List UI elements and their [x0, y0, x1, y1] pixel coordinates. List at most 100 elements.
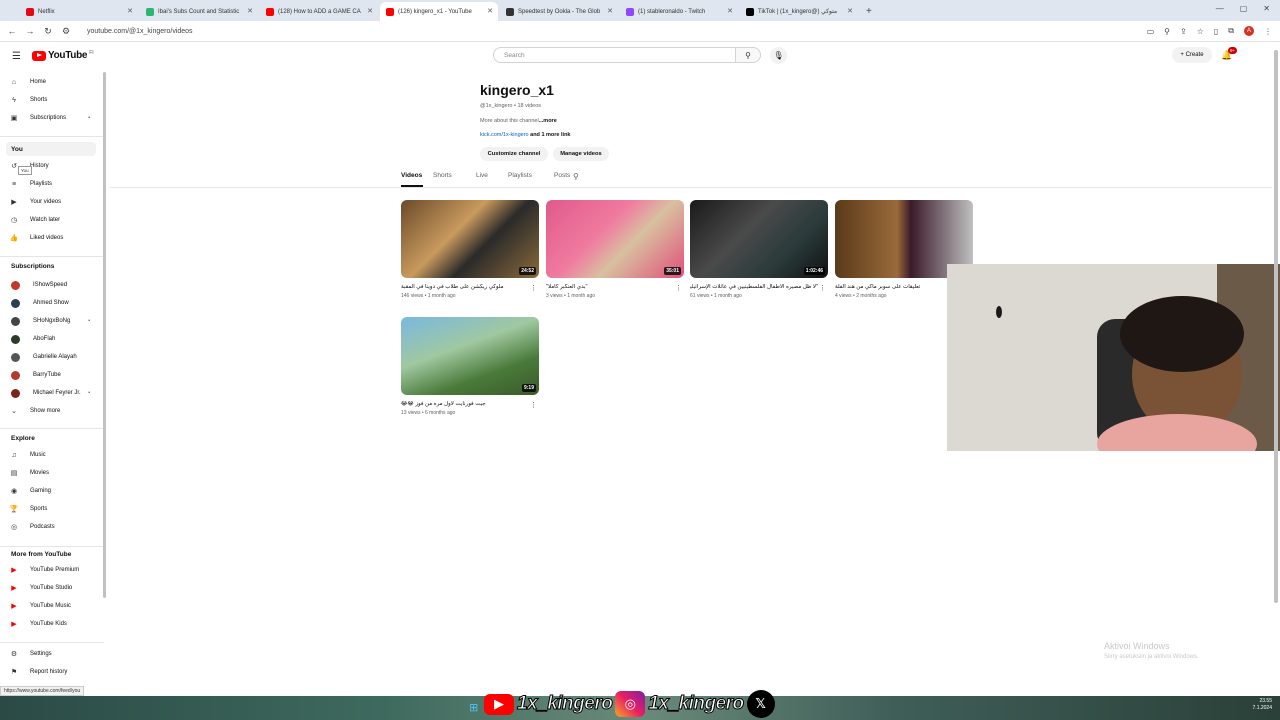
video-thumbnail[interactable]: 1:02:46	[690, 200, 828, 278]
url-field[interactable]: youtube.com/@1x_kingero/videos	[87, 28, 193, 35]
sidebar-subscriptions-heading[interactable]: Subscriptions	[11, 263, 54, 270]
browser-tab[interactable]: (128) How to ADD a GAME CA ✕	[260, 2, 378, 21]
video-title[interactable]: ملوكي ريكشن على طلاب في دوينا في المقبة	[401, 284, 529, 290]
tab-close-icon[interactable]: ✕	[607, 7, 613, 15]
sidebar-item-home[interactable]: ⌂ Home	[8, 74, 96, 90]
sidebar-item-youtube-premium[interactable]: ▶ YouTube Premium	[8, 562, 96, 578]
video-card[interactable]: 24:52 ملوكي ريكشن على طلاب في دوينا في ال…	[401, 200, 539, 299]
tab-close-icon[interactable]: ✕	[127, 7, 133, 15]
channel-about[interactable]: More about this channel...more	[480, 118, 557, 124]
channel-search-icon[interactable]: ⚲	[573, 172, 579, 181]
tab-videos[interactable]: Videos	[401, 172, 423, 186]
sidebar-item-report-history[interactable]: ⚑ Report history	[8, 664, 96, 680]
sidebar-explore-heading[interactable]: Explore	[11, 435, 35, 442]
subscription-item[interactable]: IShowSpeed	[8, 277, 96, 293]
sidebar-item-liked-videos[interactable]: 👍 Liked videos	[8, 230, 96, 246]
sidepanel-icon[interactable]: ▯	[1214, 27, 1218, 36]
tab-close-icon[interactable]: ✕	[487, 7, 493, 15]
sidebar-scrollbar[interactable]	[103, 72, 106, 598]
video-thumbnail[interactable]: 35:01	[546, 200, 684, 278]
video-card[interactable]: 9:19 جيت فورنايت لاول مره من فوز 😂😂 13 vie…	[401, 317, 539, 416]
video-thumbnail[interactable]: 24:52	[401, 200, 539, 278]
about-more-link[interactable]: ...more	[539, 118, 557, 124]
browser-tab[interactable]: Ibai's Subs Count and Statistic ✕	[140, 2, 258, 21]
sidebar-item-watch-later[interactable]: ◷ Watch later	[8, 212, 96, 228]
sidebar-item-settings[interactable]: ⚙ Settings	[8, 646, 96, 662]
reload-icon[interactable]: ↻	[39, 26, 57, 37]
subscription-item[interactable]: Michael Feyrer Jr. •	[8, 385, 96, 401]
more-options-icon[interactable]: ⋮	[675, 284, 682, 292]
tab-live[interactable]: Live	[476, 172, 498, 186]
video-card[interactable]: 35:01 "بدي العنكبر كاملا" 3 views • 1 mont…	[546, 200, 684, 299]
tab-close-icon[interactable]: ✕	[247, 7, 253, 15]
taskbar-clock[interactable]: 23.55 7.1.2024	[1253, 698, 1272, 712]
sidebar-item-playlists[interactable]: ≡ Playlists	[8, 176, 96, 192]
tab-close-icon[interactable]: ✕	[847, 7, 853, 15]
sidebar-more-heading[interactable]: More from YouTube	[11, 551, 71, 558]
subscription-item[interactable]: Gabrielle Alayah	[8, 349, 96, 365]
create-button[interactable]: + Create	[1172, 47, 1212, 63]
profile-avatar[interactable]: A	[1244, 26, 1254, 36]
windows-start-icon[interactable]: ⊞	[469, 701, 478, 714]
youtube-logo[interactable]: YouTube FI	[32, 50, 94, 61]
channel-link[interactable]: kick.com/1x-kingero	[480, 132, 529, 138]
subscription-item[interactable]: BarryTube	[8, 367, 96, 383]
new-tab-button[interactable]: +	[860, 2, 878, 21]
sidebar-item-podcasts[interactable]: ◎ Podcasts	[8, 519, 96, 535]
browser-tab[interactable]: TikTok | (1x_kingero@) متوكي ✕	[740, 2, 858, 21]
cast-icon[interactable]: ▭	[1147, 27, 1155, 36]
sidebar-item-music[interactable]: ♫ Music	[8, 447, 96, 463]
minimize-icon[interactable]: —	[1216, 4, 1224, 13]
maximize-icon[interactable]: ▢	[1240, 4, 1248, 13]
video-title[interactable]: تعليقات على سوبر ماكي من هند الفلة	[835, 284, 963, 290]
sidebar-item-movies[interactable]: ▤ Movies	[8, 465, 96, 481]
menu-icon[interactable]: ☰	[12, 51, 21, 62]
sidebar-item-youtube-kids[interactable]: ▶ YouTube Kids	[8, 616, 96, 632]
extensions-icon[interactable]: ⧉	[1228, 26, 1234, 36]
zoom-icon[interactable]: ⚲	[1164, 27, 1170, 36]
subscription-item[interactable]: AboFlah	[8, 331, 96, 347]
sidebar-item-shorts[interactable]: ϟ Shorts	[8, 92, 96, 108]
tab-close-icon[interactable]: ✕	[727, 7, 733, 15]
sidebar-item-youtube-studio[interactable]: ▶ YouTube Studio	[8, 580, 96, 596]
share-icon[interactable]: ⇪	[1180, 27, 1187, 36]
site-info-icon[interactable]: ⚙	[57, 26, 75, 37]
sidebar-item-sports[interactable]: 🏆 Sports	[8, 501, 96, 517]
show-more-button[interactable]: ⌄ Show more	[8, 403, 96, 419]
bookmark-star-icon[interactable]: ☆	[1197, 27, 1204, 36]
subscription-item[interactable]: Ahmed Show	[8, 295, 96, 311]
channel-more-links[interactable]: and 1 more link	[529, 132, 570, 138]
browser-tab[interactable]: (1) stableronaldo - Twitch ✕	[620, 2, 738, 21]
sidebar-item-your-videos[interactable]: ▶ Your videos	[8, 194, 96, 210]
more-options-icon[interactable]: ⋮	[530, 284, 537, 292]
manage-videos-button[interactable]: Manage videos	[553, 147, 609, 161]
video-title[interactable]: "بدي العنكبر كاملا"	[546, 284, 674, 290]
sidebar-item-label: YouTube Studio	[30, 585, 73, 591]
video-title[interactable]: جيت فورنايت لاول مره من فوز 😂😂	[401, 401, 529, 407]
video-card[interactable]: 1:02:46 "لا ظل مصيره الأطفال الفلسطينيين …	[690, 200, 828, 299]
search-button[interactable]: ⚲	[736, 47, 761, 63]
sidebar-item-subscriptions[interactable]: ▣ Subscriptions •	[8, 110, 96, 126]
browser-tab[interactable]: (126) kingero_x1 - YouTube ✕	[380, 2, 498, 21]
tab-shorts[interactable]: Shorts	[433, 172, 466, 186]
voice-search-button[interactable]: 🎙	[770, 47, 787, 64]
browser-menu-icon[interactable]: ⋮	[1264, 27, 1272, 36]
tab-playlists[interactable]: Playlists	[508, 172, 544, 186]
more-options-icon[interactable]: ⋮	[530, 401, 537, 409]
video-title[interactable]: "لا ظل مصيره الأطفال الفلسطينيين في عائل…	[690, 284, 818, 290]
tab-close-icon[interactable]: ✕	[367, 7, 373, 15]
customize-channel-button[interactable]: Customize channel	[480, 147, 548, 161]
close-window-icon[interactable]: ✕	[1263, 4, 1270, 13]
page-scrollbar[interactable]	[1274, 50, 1278, 603]
browser-tab[interactable]: Speedtest by Ookla - The Glob ✕	[500, 2, 618, 21]
subscription-item[interactable]: SHoNgxBoNg •	[8, 313, 96, 329]
sidebar-item-gaming[interactable]: ◉ Gaming	[8, 483, 96, 499]
video-thumbnail[interactable]: 9:19	[401, 317, 539, 395]
sidebar-item-youtube-music[interactable]: ▶ YouTube Music	[8, 598, 96, 614]
back-icon[interactable]: ←	[3, 26, 21, 36]
search-input[interactable]: Search	[493, 47, 736, 63]
browser-tab[interactable]: Netflix ✕	[20, 2, 138, 21]
more-options-icon[interactable]: ⋮	[819, 284, 826, 292]
forward-icon[interactable]: →	[21, 26, 39, 36]
sidebar-you-heading[interactable]: You	[6, 142, 96, 156]
